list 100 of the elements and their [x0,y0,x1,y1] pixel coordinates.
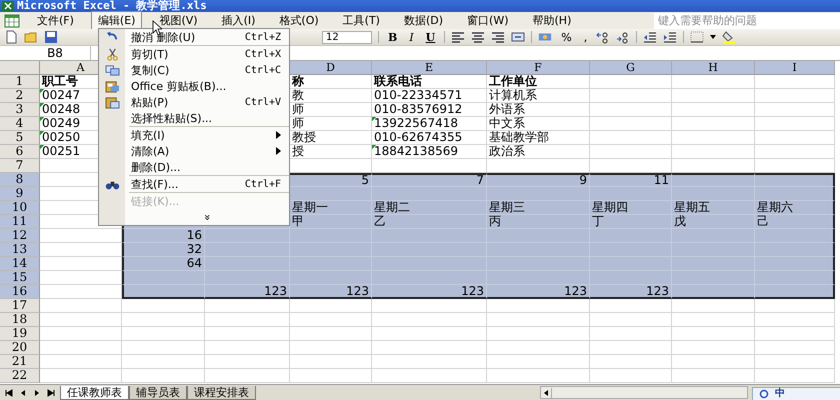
row-header[interactable]: 8 [0,173,40,187]
row-header[interactable]: 5 [0,131,40,145]
table-cell: 己 [755,215,835,229]
row-header[interactable]: 13 [0,243,40,257]
menu-item[interactable]: 插入(I) [214,11,262,30]
table-cell: 010-62674355 [372,131,487,145]
merge-center-icon[interactable] [511,30,526,44]
menu-item[interactable]: 编辑(E) [90,11,142,30]
row-header[interactable]: 21 [0,355,40,369]
row-header[interactable]: 20 [0,341,40,355]
column-header[interactable]: D [290,61,372,75]
help-search-field[interactable]: 键入需要帮助的问题 [654,12,840,28]
first-sheet-icon[interactable] [4,388,14,398]
menu-item[interactable]: Office 剪贴板(B)... [125,78,289,94]
underline-button[interactable]: U [422,30,438,44]
table-cell: 010-83576912 [372,103,487,117]
increase-indent-icon[interactable] [663,30,678,44]
comma-button[interactable]: , [580,30,590,44]
menu-item[interactable]: 文件(F) [30,11,81,30]
table-cell: 星期六 [755,201,835,215]
menu-item[interactable]: 工具(T) [336,11,387,30]
menu-item[interactable]: 窗口(W) [460,11,516,30]
row-header[interactable]: 19 [0,327,40,341]
borders-icon[interactable] [690,30,704,44]
excel-icon [2,1,14,11]
decrease-indent-icon[interactable] [643,30,658,44]
row-header[interactable]: 2 [0,89,40,103]
row-header[interactable]: 18 [0,313,40,327]
table-cell: 乙 [372,215,487,229]
column-header[interactable]: F [487,61,590,75]
column-header[interactable]: I [755,61,835,75]
row-header[interactable]: 10 [0,201,40,215]
table-cell: 外语系 [487,103,590,117]
align-icon[interactable] [491,30,506,44]
menu-item[interactable]: 剪切(T) Ctrl+X [125,46,289,62]
table-cell: 戊 [672,215,755,229]
row-header[interactable]: 9 [0,187,40,201]
row-header[interactable]: 22 [0,369,40,383]
row-header[interactable]: 16 [0,285,40,299]
column-header[interactable]: G [590,61,672,75]
table-cell: 123 [487,285,590,299]
table-cell: 甲 [290,215,372,229]
table-cell: 123 [290,285,372,299]
align-icon[interactable] [451,30,466,44]
expand-menu-button[interactable]: » [202,212,212,222]
table-cell: 123 [590,285,672,299]
spreadsheet-icon[interactable] [4,14,20,28]
name-box[interactable]: B8 [20,46,91,60]
menu-item[interactable]: 删除(D)... [125,159,289,175]
menu-item[interactable]: 粘贴(P) Ctrl+V [125,94,289,110]
horizontal-scrollbar[interactable] [540,386,748,399]
menu-item[interactable]: 填充(I) [125,127,289,143]
row-header[interactable]: 15 [0,271,40,285]
copy-icon [104,64,120,76]
menu-item[interactable]: 数据(D) [396,11,450,30]
table-cell: 政治系 [487,145,590,159]
percent-button[interactable]: % [558,30,575,44]
italic-button[interactable]: I [406,30,417,44]
align-icon[interactable] [471,30,486,44]
menu-item[interactable]: 查找(F)... Ctrl+F [125,176,289,192]
row-header[interactable]: 11 [0,215,40,229]
row-header[interactable]: 1 [0,75,40,89]
sheet-tab[interactable]: 辅导员表 [129,386,187,400]
save-icon[interactable] [44,30,58,44]
menu-item[interactable]: 复制(C) Ctrl+C [125,62,289,78]
decrease-decimal-icon[interactable] [616,30,630,44]
row-header[interactable]: 3 [0,103,40,117]
sheet-tab[interactable]: 任课教师表 [60,386,129,400]
table-cell: 星期三 [487,201,590,215]
ime-mode-button[interactable]: 中 [775,388,785,400]
sheet-tab[interactable]: 课程安排表 [187,386,256,400]
bold-button[interactable]: B [385,30,400,44]
row-header[interactable]: 14 [0,257,40,271]
table-cell: 工作单位 [487,75,590,89]
table-cell: 9 [487,173,590,187]
last-sheet-icon[interactable] [46,388,56,398]
column-header[interactable]: E [372,61,487,75]
row-header[interactable]: 17 [0,299,40,313]
clipboard-icon [104,80,120,92]
table-cell: 64 [122,257,205,271]
menu-item[interactable]: 帮助(H) [526,11,578,30]
row-header[interactable]: 12 [0,229,40,243]
table-cell: 星期四 [590,201,672,215]
fill-color-icon[interactable] [722,30,736,44]
dropdown-caret-icon[interactable] [710,35,716,39]
table-cell: 16 [122,229,205,243]
row-header[interactable]: 6 [0,145,40,159]
paste-icon [104,96,120,108]
menu-item[interactable]: 格式(O) [272,11,326,30]
font-size-dropdown[interactable]: 12 [322,30,372,44]
table-cell: 123 [205,285,290,299]
menu-item[interactable]: 清除(A) [125,143,289,159]
scissors-icon [104,48,120,60]
increase-decimal-icon[interactable] [596,30,610,44]
column-header[interactable]: H [672,61,755,75]
table-cell: 星期五 [672,201,755,215]
row-header[interactable]: 4 [0,117,40,131]
menu-item[interactable]: 选择性粘贴(S)... [125,110,289,126]
row-header[interactable]: 7 [0,159,40,173]
table-cell: 5 [290,173,372,187]
